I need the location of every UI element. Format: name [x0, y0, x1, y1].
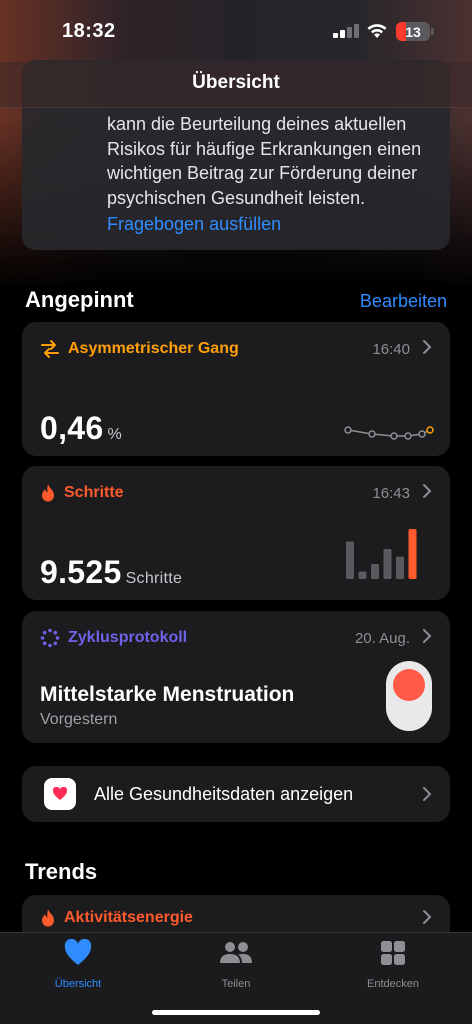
navigation-bar: Übersicht — [0, 62, 472, 108]
pinned-section-title: Angepinnt — [25, 287, 134, 312]
chevron-right-icon — [423, 910, 432, 924]
flame-icon — [42, 909, 54, 927]
menstruation-date: Vorgestern — [40, 711, 118, 728]
gait-trend-sparkline — [344, 426, 434, 440]
card-title: Aktivitätsenergie — [64, 909, 193, 926]
card-time: 16:43 — [372, 485, 410, 502]
steps-bar — [396, 556, 404, 579]
gait-trend-line — [347, 429, 431, 437]
chevron-right-icon — [423, 629, 432, 643]
gait-trend-point — [344, 426, 352, 434]
tab-label: Entdecken — [367, 978, 419, 990]
gait-trend-point — [404, 432, 412, 440]
gait-trend-point — [418, 430, 426, 438]
chevron-right-icon — [423, 787, 432, 801]
tab-summary[interactable]: Übersicht — [18, 938, 138, 990]
card-date: 20. Aug. — [354, 630, 410, 647]
gait-trend-point — [426, 426, 434, 434]
fill-questionnaire-link[interactable]: Fragebogen ausfüllen — [107, 214, 281, 235]
steps-card[interactable]: Schritte 16:43 9.525 Schritte — [22, 466, 450, 600]
status-bar: 18:32 13 — [0, 0, 472, 62]
cellular-signal-icon — [333, 24, 359, 38]
heart-icon — [64, 938, 92, 965]
battery-percent: 13 — [405, 23, 421, 40]
people-icon — [220, 942, 252, 963]
steps-bar — [371, 564, 379, 579]
tab-label: Übersicht — [54, 978, 102, 990]
gait-trend-point — [368, 430, 376, 438]
health-summary-screen: kann die Beurteilung deines aktuellen Ri… — [0, 0, 472, 1024]
page-title: Übersicht — [192, 72, 280, 93]
questionnaire-text: kann die Beurteilung deines aktuellen Ri… — [107, 114, 422, 208]
tab-sharing[interactable]: Teilen — [176, 939, 296, 990]
card-title: Asymmetrischer Gang — [68, 340, 239, 357]
steps-bar — [383, 549, 392, 579]
battery-tip — [431, 28, 434, 35]
steps-bar — [358, 571, 367, 579]
flame-icon — [42, 484, 54, 502]
trends-section-title: Trends — [25, 859, 98, 884]
cycle-icon — [40, 628, 60, 648]
wifi-icon — [367, 24, 387, 38]
card-time: 16:40 — [372, 341, 410, 358]
steps-unit: Schritte — [125, 570, 183, 587]
chevron-right-icon — [423, 340, 432, 354]
health-app-icon — [44, 778, 76, 810]
grid-icon — [381, 941, 405, 965]
steps-bar-chart — [346, 529, 417, 579]
period-dot — [393, 669, 425, 701]
steps-value: 9.525 — [40, 554, 122, 590]
gait-value: 0,46 — [40, 410, 104, 446]
home-indicator — [152, 1010, 320, 1015]
show-all-health-data-button[interactable]: Alle Gesundheitsdaten anzeigen — [22, 766, 450, 822]
card-title: Schritte — [64, 484, 124, 501]
period-indicator — [386, 661, 432, 731]
cycle-tracking-card[interactable]: Zyklusprotokoll 20. Aug. Mittelstarke Me… — [22, 611, 450, 743]
edit-button[interactable]: Bearbeiten — [360, 291, 447, 312]
card-title: Zyklusprotokoll — [68, 629, 188, 646]
steps-bar — [346, 541, 354, 579]
status-time: 18:32 — [62, 20, 116, 42]
steps-bar — [408, 529, 417, 579]
tab-browse[interactable]: Entdecken — [333, 939, 453, 990]
asymmetry-arrows-icon — [41, 340, 59, 358]
gait-unit: % — [107, 426, 123, 443]
asymmetric-gait-card[interactable]: Asymmetrischer Gang 16:40 0,46% — [22, 322, 450, 456]
show-all-health-data-label: Alle Gesundheitsdaten anzeigen — [94, 784, 354, 804]
gait-trend-point — [390, 432, 398, 440]
tab-label: Teilen — [221, 978, 251, 990]
chevron-right-icon — [423, 484, 432, 498]
menstruation-headline: Mittelstarke Menstruation — [40, 683, 295, 706]
